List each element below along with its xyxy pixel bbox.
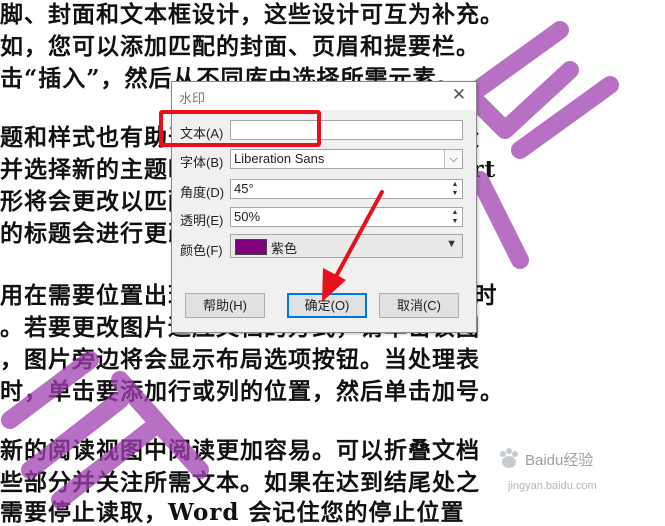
close-icon[interactable]: ✕: [448, 84, 470, 106]
font-value: Liberation Sans: [234, 151, 325, 166]
doc-line: 脚、封面和文本框设计，这些设计可互为补充。: [0, 1, 504, 28]
angle-label: 角度(D): [180, 185, 225, 200]
site-logo-text: Baidu经验: [525, 452, 594, 469]
angle-spinner[interactable]: 45° ▲ ▼: [230, 179, 463, 199]
dropdown-triangle-icon[interactable]: ▼: [446, 238, 457, 250]
font-select[interactable]: Liberation Sans ⌵: [230, 149, 463, 169]
color-select[interactable]: 紫色 ▼: [230, 234, 463, 258]
watermark-dialog: 水印 ✕ 文本(A) 字体(B) Liberation Sans ⌵ 角度(D)…: [171, 81, 477, 333]
doc-line: 需要停止读取，Word 会记住您的停止位置: [0, 499, 465, 526]
site-url: jingyan.baidu.com: [508, 480, 597, 492]
ok-button[interactable]: 确定(O): [287, 293, 367, 318]
dialog-title: 水印: [179, 91, 206, 106]
color-value: 紫色: [271, 241, 298, 256]
opacity-value: 50%: [234, 209, 261, 224]
watermark-text-input[interactable]: [230, 120, 463, 140]
doc-line: ，图片旁边将会显示布局选项按钮。当处理表: [0, 346, 480, 373]
font-label: 字体(B): [180, 155, 224, 170]
opacity-label: 透明(E): [180, 213, 224, 228]
doc-line: 些部分并关注所需文本。如果在达到结尾处之: [0, 469, 480, 496]
dialog-titlebar[interactable]: 水印 ✕: [172, 82, 476, 110]
opacity-spinner[interactable]: 50% ▲ ▼: [230, 207, 463, 227]
color-swatch: [235, 239, 267, 255]
text-label: 文本(A): [180, 126, 224, 141]
baidu-paw-icon: [500, 448, 518, 468]
spinner-arrows-icon[interactable]: ▲ ▼: [448, 180, 462, 198]
doc-line: 新的阅读视图中阅读更加容易。可以折叠文档: [0, 437, 480, 464]
help-button[interactable]: 帮助(H): [185, 293, 265, 318]
doc-line: 时，单击要添加行或列的位置，然后单击加号。: [0, 378, 504, 405]
chevron-down-icon[interactable]: ⌵: [444, 150, 462, 168]
angle-value: 45°: [234, 181, 254, 196]
doc-line: 如，您可以添加匹配的封面、页眉和提要栏。: [0, 33, 480, 60]
spinner-arrows-icon[interactable]: ▲ ▼: [448, 208, 462, 226]
color-label: 颜色(F): [180, 243, 223, 258]
cancel-button[interactable]: 取消(C): [379, 293, 459, 318]
